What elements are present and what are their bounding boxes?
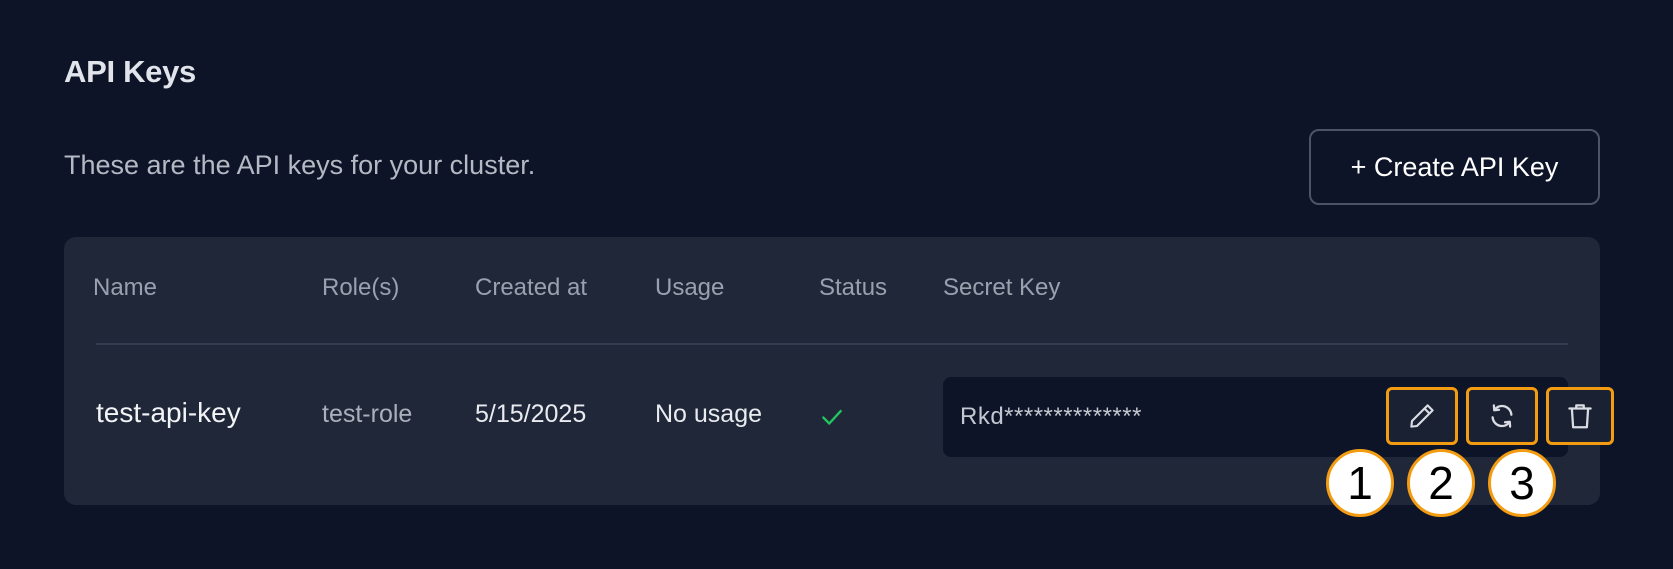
row-name: test-api-key: [96, 397, 241, 428]
callout-marker-3: 3: [1488, 449, 1556, 517]
delete-key-button[interactable]: [1546, 387, 1614, 445]
column-header-roles: Role(s): [322, 274, 400, 301]
column-header-usage: Usage: [655, 274, 725, 301]
regenerate-key-button[interactable]: [1466, 387, 1538, 445]
edit-icon: [1410, 404, 1434, 428]
column-header-status: Status: [819, 274, 888, 301]
column-header-secret-key: Secret Key: [943, 274, 1061, 301]
create-api-key-button[interactable]: + Create API Key: [1309, 129, 1600, 205]
trash-icon: [1568, 404, 1592, 429]
callout-marker-2: 2: [1407, 449, 1475, 517]
header-divider: [96, 343, 1568, 345]
secret-key-field: Rkd**************: [943, 377, 1614, 457]
column-header-name: Name: [93, 274, 158, 301]
row-created-at: 5/15/2025: [475, 400, 587, 428]
section-description: These are the API keys for your cluster.: [64, 150, 536, 180]
api-keys-page: API Keys These are the API keys for your…: [0, 0, 1673, 569]
row-role: test-role: [322, 400, 413, 428]
secret-key-value: Rkd**************: [960, 403, 1142, 430]
edit-key-button[interactable]: [1386, 387, 1458, 445]
callout-marker-1: 1: [1326, 449, 1394, 517]
row-usage: No usage: [655, 400, 763, 428]
refresh-icon: [1491, 404, 1513, 428]
section-title: API Keys: [64, 54, 196, 89]
create-api-key-label: + Create API Key: [1350, 151, 1559, 182]
column-header-created-at: Created at: [475, 274, 588, 301]
checkmark-icon: [822, 409, 842, 425]
